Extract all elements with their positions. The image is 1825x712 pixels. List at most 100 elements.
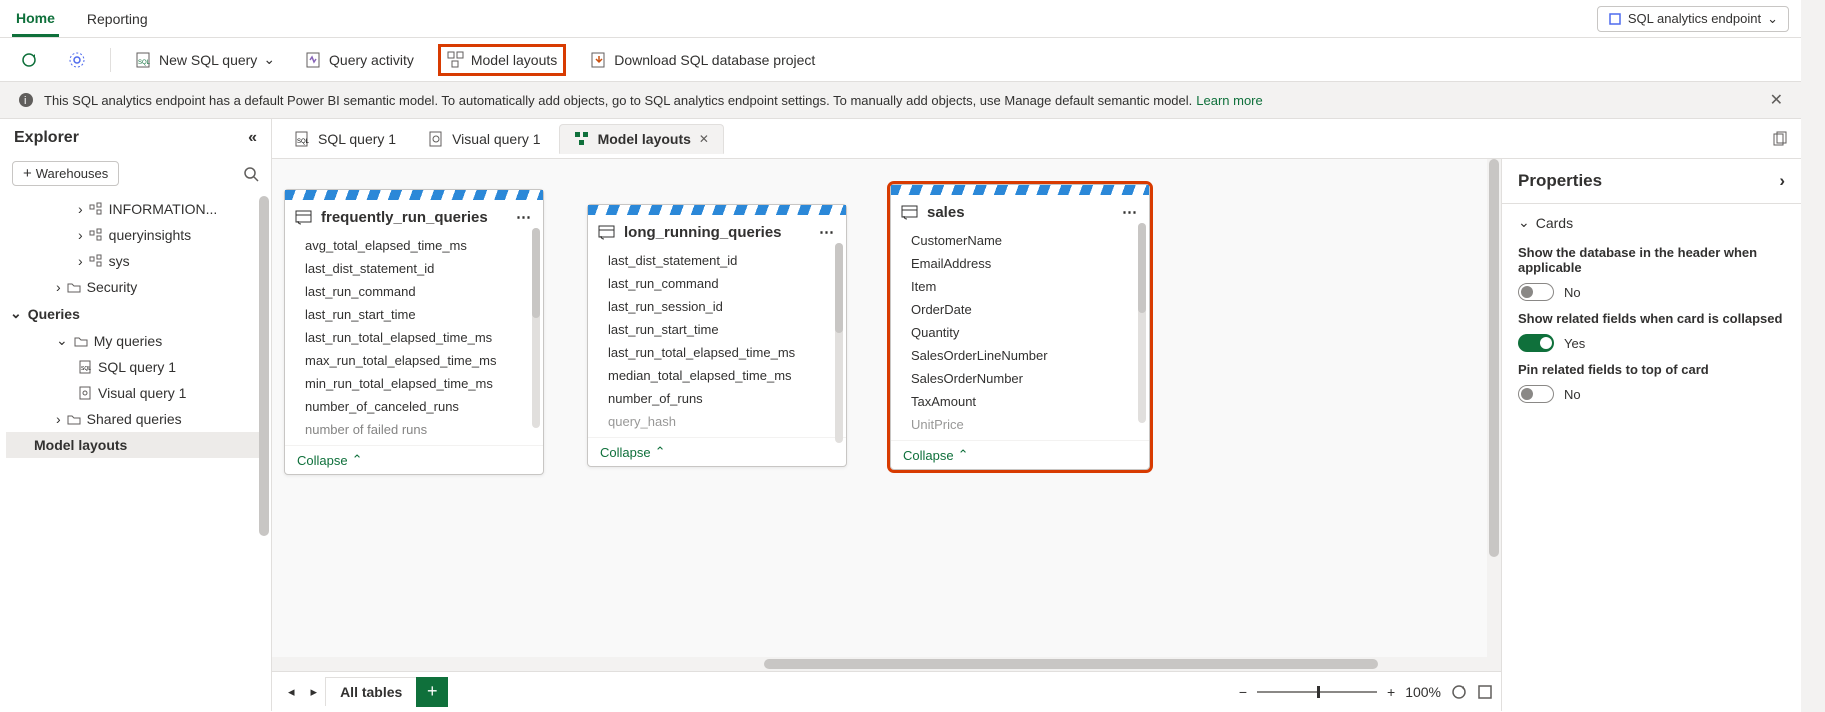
model-layouts-button[interactable]: Model layouts [438,44,566,76]
cards-section-header[interactable]: ⌄ Cards [1518,214,1785,235]
field-item[interactable]: max_run_total_elapsed_time_ms [285,349,543,372]
collapse-button[interactable]: Collapse⌃ [588,437,846,466]
endpoint-dropdown[interactable]: SQL analytics endpoint ⌄ [1597,6,1789,32]
field-item[interactable]: last_dist_statement_id [285,257,543,280]
doc-tab-label: Model layouts [598,131,691,147]
zoom-slider[interactable] [1257,691,1377,693]
tree-item-security[interactable]: ›Security [6,274,265,300]
field-item[interactable]: UnitPrice [891,413,1149,436]
table-card-frequently-run-queries[interactable]: frequently_run_queries ⋯ avg_total_elaps… [284,189,544,475]
query-activity-button[interactable]: Query activity [299,47,420,73]
properties-panel: Properties › ⌄ Cards Show the database i… [1501,159,1801,711]
vertical-scrollbar[interactable] [1487,159,1501,657]
add-layout-button[interactable]: + [416,677,448,707]
scrollbar-thumb[interactable] [259,196,269,536]
bottom-tab-all-tables[interactable]: All tables [325,677,417,706]
doc-tab-model-layouts[interactable]: Model layouts ✕ [559,124,724,154]
field-item[interactable]: last_run_session_id [588,295,846,318]
field-item[interactable]: SalesOrderNumber [891,367,1149,390]
nav-right-icon[interactable]: ▸ [303,684,326,700]
field-item[interactable]: number of failed runs [285,418,543,441]
new-sql-query-button[interactable]: SQL New SQL query ⌄ [129,47,281,73]
field-item[interactable]: Item [891,275,1149,298]
nav-left-icon[interactable]: ◂ [280,684,303,700]
close-tab-icon[interactable]: ✕ [699,132,709,146]
reset-zoom-icon[interactable] [1451,684,1467,700]
toggle-pill[interactable] [1518,385,1554,403]
field-item[interactable]: TaxAmount [891,390,1149,413]
properties-header: Properties › [1502,159,1801,203]
download-project-button[interactable]: Download SQL database project [584,47,821,73]
chevron-up-icon: ⌃ [352,452,363,468]
field-item[interactable]: query_hash [588,410,846,433]
field-item[interactable]: last_dist_statement_id [588,249,846,272]
chevron-right-icon: › [56,279,61,295]
learn-more-link[interactable]: Learn more [1196,93,1262,108]
tree-item-information[interactable]: ›INFORMATION... [6,196,265,222]
search-icon[interactable] [243,166,259,182]
tree-item-queryinsights[interactable]: ›queryinsights [6,222,265,248]
field-item[interactable]: last_run_total_elapsed_time_ms [285,326,543,349]
field-item[interactable]: avg_total_elapsed_time_ms [285,234,543,257]
field-item[interactable]: SalesOrderLineNumber [891,344,1149,367]
tree-item-queries[interactable]: ⌄Queries [6,300,265,327]
card-scrollbar[interactable] [1138,223,1146,423]
download-label: Download SQL database project [614,52,815,68]
field-item[interactable]: min_run_total_elapsed_time_ms [285,372,543,395]
field-item[interactable]: last_run_command [588,272,846,295]
card-menu-icon[interactable]: ⋯ [819,223,836,241]
toggle-pill[interactable] [1518,334,1554,352]
card-menu-icon[interactable]: ⋯ [516,208,533,226]
field-item[interactable]: last_run_start_time [588,318,846,341]
expand-properties-icon[interactable]: › [1779,171,1785,191]
table-card-sales[interactable]: sales ⋯ CustomerName EmailAddress Item O… [890,184,1150,470]
toggle-show-related[interactable]: Yes [1518,334,1785,352]
tree-item-visual-query-1[interactable]: Visual query 1 [6,380,265,406]
copy-icon[interactable] [1771,131,1787,147]
settings-button[interactable] [62,47,92,73]
zoom-out-icon[interactable]: − [1239,684,1247,700]
close-icon[interactable]: ✕ [1770,90,1783,110]
fit-to-screen-icon[interactable] [1477,684,1493,700]
tree-item-sys[interactable]: ›sys [6,248,265,274]
card-menu-icon[interactable]: ⋯ [1122,203,1139,221]
field-item[interactable]: number_of_runs [588,387,846,410]
collapse-button[interactable]: Collapse⌃ [285,445,543,474]
zoom-controls: − + 100% [1239,684,1493,700]
collapse-button[interactable]: Collapse⌃ [891,440,1149,469]
card-scrollbar[interactable] [532,228,540,428]
model-canvas[interactable]: frequently_run_queries ⋯ avg_total_elaps… [272,159,1501,711]
field-item[interactable]: last_run_start_time [285,303,543,326]
field-item[interactable]: number_of_canceled_runs [285,395,543,418]
toggle-show-database[interactable]: No [1518,283,1785,301]
field-item[interactable]: EmailAddress [891,252,1149,275]
field-item[interactable]: median_total_elapsed_time_ms [588,364,846,387]
field-item[interactable]: last_run_command [285,280,543,303]
tab-home[interactable]: Home [12,2,59,37]
table-card-long-running-queries[interactable]: long_running_queries ⋯ last_dist_stateme… [587,204,847,467]
table-icon [598,223,616,241]
tab-reporting[interactable]: Reporting [83,3,152,35]
collapse-explorer-icon[interactable]: « [248,129,257,147]
tree-item-shared-queries[interactable]: ›Shared queries [6,406,265,432]
card-body: CustomerName EmailAddress Item OrderDate… [891,229,1149,440]
field-item[interactable]: OrderDate [891,298,1149,321]
warehouses-button[interactable]: + Warehouses [12,161,119,186]
zoom-in-icon[interactable]: + [1387,684,1395,700]
field-item[interactable]: last_run_total_elapsed_time_ms [588,341,846,364]
tree-item-my-queries[interactable]: ⌄My queries [6,327,265,354]
card-scrollbar[interactable] [835,243,843,443]
toggle-pill[interactable] [1518,283,1554,301]
doc-tab-label: SQL query 1 [318,131,396,147]
tree-item-model-layouts[interactable]: Model layouts [6,432,265,458]
horizontal-scrollbar[interactable] [272,657,1501,671]
toggle-pin-related[interactable]: No [1518,385,1785,403]
refresh-button[interactable] [14,47,44,73]
field-item[interactable]: CustomerName [891,229,1149,252]
doc-tab-sql-query-1[interactable]: SQL SQL query 1 [280,125,410,153]
svg-text:SQL: SQL [138,60,151,66]
explorer-title: Explorer [14,129,79,147]
doc-tab-visual-query-1[interactable]: Visual query 1 [414,125,554,153]
field-item[interactable]: Quantity [891,321,1149,344]
tree-item-sql-query-1[interactable]: SQLSQL query 1 [6,354,265,380]
